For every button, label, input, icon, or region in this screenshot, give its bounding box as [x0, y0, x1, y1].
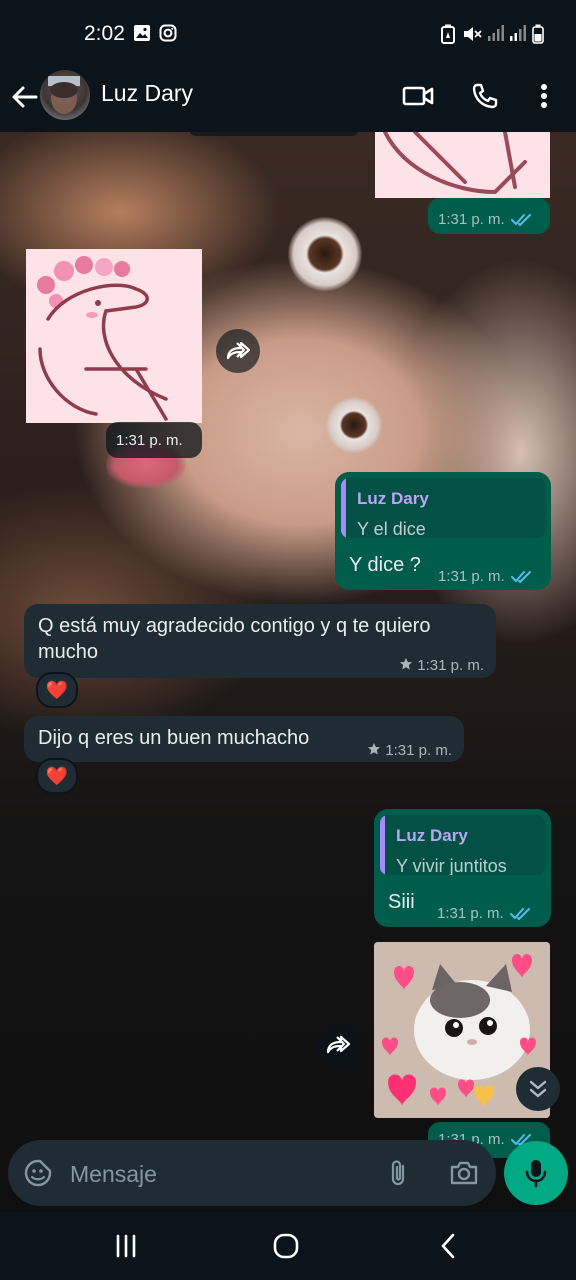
back-button[interactable] — [428, 1230, 468, 1262]
signal-icon-1 — [488, 25, 504, 41]
video-call-button[interactable] — [398, 76, 438, 116]
battery-saver-icon — [441, 24, 455, 44]
sticker-outgoing[interactable] — [375, 132, 550, 198]
message-text: Siii — [388, 891, 415, 913]
message-text: Y dice ? — [349, 554, 421, 576]
video-call-icon — [402, 86, 434, 106]
partial-time-pill — [190, 132, 358, 136]
message-bubble-m3[interactable]: Luz Dary Y el dice Y dice ? 1:31 p. m. — [335, 472, 551, 590]
message-time: 1:31 p. m. — [437, 905, 504, 922]
wallpaper-eye — [326, 397, 382, 453]
camera-button[interactable] — [448, 1157, 480, 1189]
voice-call-button[interactable] — [465, 76, 505, 116]
voice-message-button[interactable] — [504, 1141, 568, 1205]
reaction-badge[interactable]: ❤️ — [36, 758, 78, 794]
star-icon — [368, 743, 381, 755]
battery-icon — [532, 24, 544, 44]
more-options-button[interactable] — [524, 76, 564, 116]
quote-author: Luz Dary — [396, 826, 468, 845]
avatar-photo — [48, 76, 80, 114]
message-composer — [8, 1140, 496, 1206]
forward-icon — [226, 341, 251, 360]
message-time: 1:31 p. m. — [385, 742, 452, 759]
instagram-icon — [159, 24, 177, 42]
recents-icon — [116, 1234, 136, 1258]
recents-button[interactable] — [106, 1230, 146, 1262]
sticker-drawing — [37, 256, 168, 421]
message-text: Dijo q eres un buen muchacho — [38, 727, 310, 749]
scroll-to-bottom-button[interactable] — [516, 1067, 560, 1111]
reaction-badge[interactable]: ❤️ — [36, 672, 78, 708]
mic-icon — [525, 1160, 547, 1188]
home-button[interactable] — [266, 1230, 306, 1262]
home-icon — [273, 1233, 299, 1259]
avatar[interactable] — [40, 70, 90, 120]
attach-button[interactable] — [382, 1157, 414, 1189]
more-vert-icon — [541, 84, 547, 108]
quoted-message[interactable]: Luz Dary Y el dice — [341, 478, 545, 538]
double-check-icon — [509, 908, 530, 921]
mute-icon — [464, 27, 482, 41]
quote-author: Luz Dary — [357, 489, 429, 508]
quoted-message[interactable]: Luz Dary Y vivir juntitos — [380, 815, 545, 875]
signal-icon-2 — [510, 25, 526, 41]
sticker-icon — [24, 1159, 52, 1187]
quote-text: Y el dice — [357, 519, 426, 538]
forward-button[interactable] — [316, 1023, 360, 1067]
back-icon — [441, 1233, 455, 1259]
message-bubble-m4[interactable]: Q está muy agradecido contigo y q te qui… — [24, 604, 496, 678]
wallpaper-eye — [288, 217, 362, 291]
camera-icon — [450, 1161, 478, 1185]
message-time: 1:31 p. m. — [417, 657, 484, 674]
status-bar: 2:02 — [0, 0, 576, 62]
time-bubble-m1: 1:31 p. m. — [428, 198, 550, 234]
phone-icon — [472, 83, 498, 109]
status-time: 2:02 — [84, 22, 125, 45]
chat-area[interactable]: 1:31 p. m. 1:31 p. m. Luz Dary Y el dice… — [0, 132, 576, 1212]
contact-name[interactable]: Luz Dary — [101, 80, 193, 107]
system-nav-bar — [0, 1212, 576, 1280]
double-check-icon — [510, 214, 531, 227]
message-time: 1:31 p. m. — [438, 568, 505, 585]
back-arrow-icon[interactable] — [8, 80, 42, 114]
message-bubble-m5[interactable]: Dijo q eres un buen muchacho 1:31 p. m. — [24, 716, 464, 762]
chat-header: Luz Dary — [0, 62, 576, 132]
time-pill-m2: 1:31 p. m. — [106, 422, 202, 458]
chevron-double-down-icon — [529, 1080, 547, 1098]
attach-icon — [391, 1160, 405, 1186]
forward-button[interactable] — [216, 329, 260, 373]
heart-reaction-icon: ❤️ — [45, 765, 69, 786]
quote-text: Y vivir juntitos — [396, 856, 507, 875]
message-input[interactable] — [68, 1153, 372, 1195]
message-bubble-m6[interactable]: Luz Dary Y vivir juntitos Siii 1:31 p. m… — [374, 809, 551, 927]
message-time: 1:31 p. m. — [116, 431, 183, 449]
heart-reaction-icon: ❤️ — [45, 679, 69, 700]
gallery-icon — [134, 25, 150, 41]
double-check-icon — [510, 571, 531, 584]
sticker-incoming[interactable] — [26, 249, 202, 423]
star-icon — [400, 658, 413, 670]
forward-icon — [326, 1035, 351, 1054]
sticker-button[interactable] — [22, 1157, 54, 1189]
sticker-drawing — [383, 132, 527, 195]
message-time: 1:31 p. m. — [438, 211, 505, 228]
